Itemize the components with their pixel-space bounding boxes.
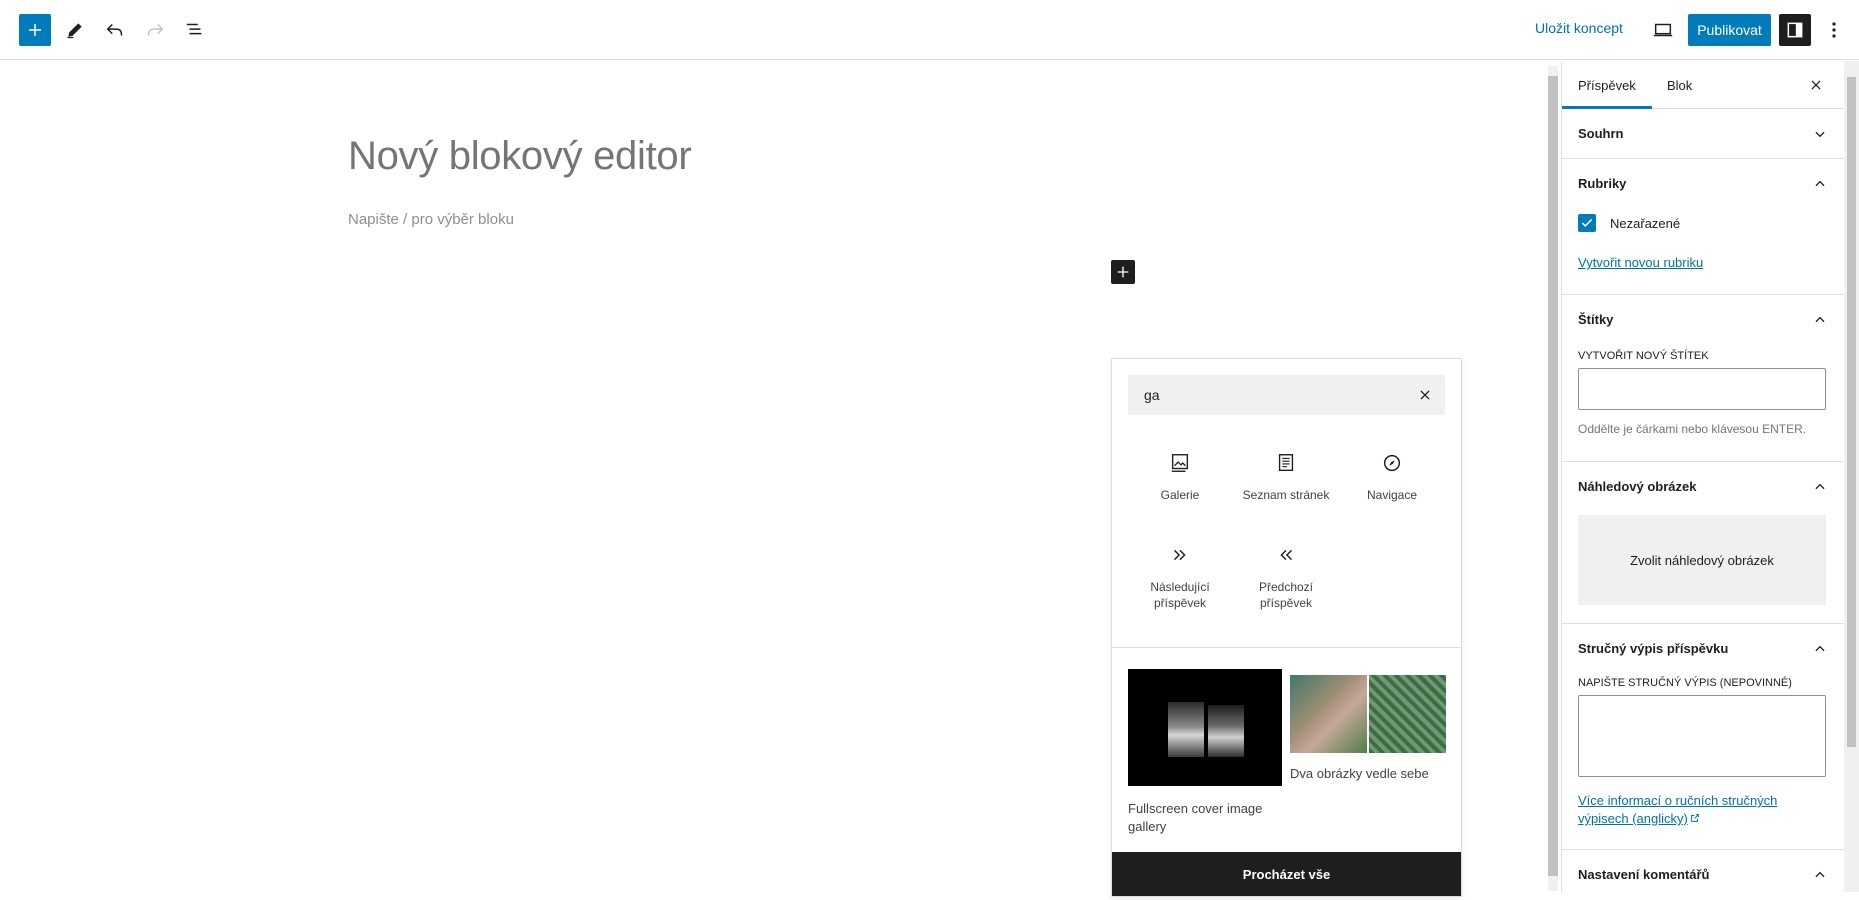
external-link-icon <box>1690 814 1699 822</box>
tools-edit-button[interactable] <box>59 14 91 46</box>
page-list-icon <box>1274 451 1298 475</box>
sidebar-tabs: Příspěvek Blok <box>1562 61 1846 109</box>
block-item-next-post[interactable]: Následující příspěvek <box>1128 543 1232 611</box>
add-new-category-link[interactable]: Vytvořit novou rubriku <box>1578 254 1703 272</box>
set-featured-image-button[interactable]: Zvolit náhledový obrázek <box>1578 515 1826 605</box>
panel-title[interactable]: Stručný výpis příspěvku <box>1578 641 1728 656</box>
chevron-up-icon[interactable] <box>1812 479 1828 495</box>
block-item-label: Seznam stránek <box>1242 488 1330 502</box>
block-item-label: Předchozí příspěvek <box>1258 580 1314 610</box>
tab-post[interactable]: Příspěvek <box>1562 61 1652 109</box>
block-inserter-popover: ga Galerie Seznam stránek Navigace Násle… <box>1111 358 1462 897</box>
panel-title: Souhrn <box>1578 126 1624 141</box>
publish-button[interactable]: Publikovat <box>1688 14 1771 46</box>
sidebar-scrollbar[interactable] <box>1844 61 1859 892</box>
panel-summary[interactable]: Souhrn <box>1562 109 1846 159</box>
pattern-label: Fullscreen cover image gallery <box>1128 801 1263 834</box>
canvas-scrollbar[interactable] <box>1548 66 1558 891</box>
preview-button[interactable] <box>1647 14 1679 46</box>
plus-icon <box>1117 266 1129 278</box>
save-draft-button[interactable]: Uložit koncept <box>1535 20 1623 36</box>
divider <box>1112 647 1461 648</box>
category-checkbox[interactable] <box>1578 214 1596 232</box>
block-placeholder[interactable]: Napište / pro výběr bloku <box>348 211 514 228</box>
category-label: Nezařazené <box>1610 216 1681 231</box>
check-icon <box>1581 218 1593 227</box>
chevron-up-icon[interactable] <box>1812 867 1828 883</box>
block-item-label: Navigace <box>1366 488 1418 502</box>
panel-tags: Štítky VYTVOŘIT NOVÝ ŠTÍTEK Oddělte je č… <box>1562 295 1846 462</box>
pattern-fullscreen-cover-gallery[interactable]: Fullscreen cover image gallery <box>1128 669 1282 836</box>
editor-canvas: Nový blokový editor Napište / pro výběr … <box>0 61 1560 897</box>
undo-icon <box>106 23 123 36</box>
desktop-preview-icon <box>1653 23 1673 37</box>
pattern-two-images-side-by-side[interactable]: Dva obrázky vedle sebe <box>1290 675 1446 783</box>
editor-header: Uložit koncept Publikovat <box>0 0 1859 60</box>
next-post-icon <box>1168 543 1192 567</box>
undo-button[interactable] <box>99 14 131 46</box>
settings-sidebar: Příspěvek Blok Souhrn Rubriky Nezařazené… <box>1561 61 1846 892</box>
panel-discussion: Nastavení komentářů <box>1562 850 1846 900</box>
pattern-preview-image <box>1128 669 1282 786</box>
clear-search-button[interactable] <box>1415 385 1435 405</box>
chevron-up-icon[interactable] <box>1812 176 1828 192</box>
panel-title[interactable]: Rubriky <box>1578 176 1626 191</box>
excerpt-textarea[interactable] <box>1578 695 1826 777</box>
panel-featured-image: Náhledový obrázek Zvolit náhledový obráz… <box>1562 462 1846 624</box>
list-view-icon <box>186 23 202 35</box>
panel-categories: Rubriky Nezařazené Vytvořit novou rubrik… <box>1562 159 1846 295</box>
block-item-gallery[interactable]: Galerie <box>1128 451 1232 503</box>
excerpt-learn-more-link[interactable]: Více informací o ručních stručných výpis… <box>1578 792 1798 828</box>
excerpt-link-text: Více informací o ručních stručných výpis… <box>1578 793 1778 826</box>
pattern-preview-image <box>1290 675 1446 753</box>
previous-post-icon <box>1274 543 1298 567</box>
block-item-page-list[interactable]: Seznam stránek <box>1234 451 1338 503</box>
block-inserter-toggle-button[interactable] <box>19 14 51 46</box>
panel-excerpt: Stručný výpis příspěvku NAPIŠTE STRUČNÝ … <box>1562 624 1846 850</box>
pencil-icon <box>67 23 82 39</box>
block-item-label: Galerie <box>1160 488 1200 502</box>
pattern-label: Dva obrázky vedle sebe <box>1290 766 1429 781</box>
panel-title[interactable]: Nastavení komentářů <box>1578 867 1710 882</box>
sidebar-icon <box>1787 22 1803 38</box>
browse-all-button[interactable]: Procházet vše <box>1112 852 1461 896</box>
redo-icon <box>147 23 164 36</box>
plus-icon <box>29 24 41 36</box>
tag-input[interactable] <box>1578 368 1826 410</box>
tag-help-text: Oddělte je čárkami nebo klávesou ENTER. <box>1578 422 1807 436</box>
close-icon <box>1420 390 1430 400</box>
tab-block[interactable]: Blok <box>1651 61 1708 109</box>
panel-title[interactable]: Náhledový obrázek <box>1578 479 1697 494</box>
close-icon <box>1811 80 1821 90</box>
post-title[interactable]: Nový blokový editor <box>348 134 692 179</box>
block-search-input[interactable]: ga <box>1128 375 1445 415</box>
more-vertical-icon <box>1832 22 1836 38</box>
options-menu-button[interactable] <box>1820 14 1848 46</box>
close-sidebar-button[interactable] <box>1806 75 1826 95</box>
tag-input-label: VYTVOŘIT NOVÝ ŠTÍTEK <box>1578 350 1709 362</box>
chevron-up-icon[interactable] <box>1812 312 1828 328</box>
navigation-compass-icon <box>1380 451 1404 475</box>
gallery-icon <box>1168 451 1192 475</box>
chevron-up-icon[interactable] <box>1812 641 1828 657</box>
search-value: ga <box>1144 387 1160 403</box>
redo-button[interactable] <box>139 14 171 46</box>
panel-title[interactable]: Štítky <box>1578 312 1613 327</box>
document-overview-button[interactable] <box>179 14 211 46</box>
settings-sidebar-toggle-button[interactable] <box>1779 14 1811 46</box>
block-item-label: Následující příspěvek <box>1150 580 1210 610</box>
add-block-button[interactable] <box>1111 260 1135 284</box>
excerpt-input-label: NAPIŠTE STRUČNÝ VÝPIS (NEPOVINNÉ) <box>1578 677 1792 689</box>
block-item-navigation[interactable]: Navigace <box>1340 451 1444 503</box>
block-item-previous-post[interactable]: Předchozí příspěvek <box>1234 543 1338 611</box>
chevron-down-icon <box>1812 126 1828 142</box>
